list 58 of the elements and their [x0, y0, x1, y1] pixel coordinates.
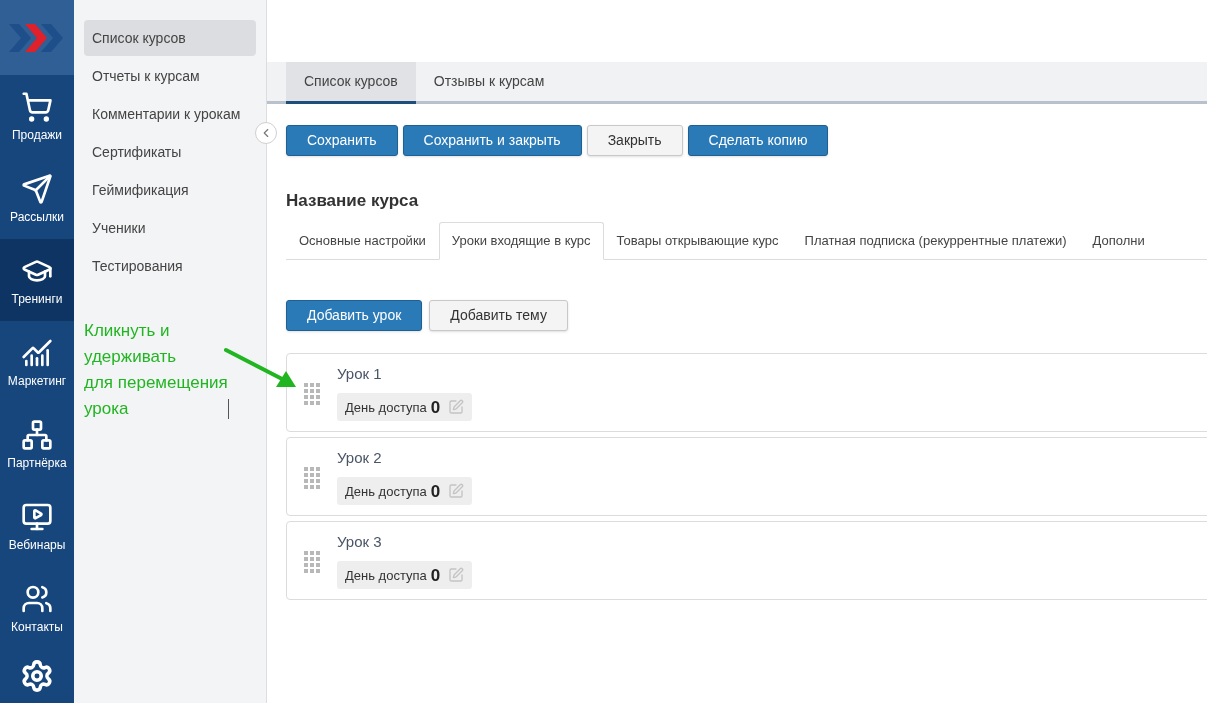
settings-icon[interactable] [20, 659, 54, 693]
access-value: 0 [430, 480, 441, 503]
collapse-button[interactable] [255, 122, 277, 144]
drag-handle-icon[interactable] [303, 466, 321, 490]
submenu-item[interactable]: Тестирования [84, 248, 256, 284]
action-button[interactable]: Закрыть [586, 125, 683, 156]
action-button[interactable]: Сохранить и закрыть [402, 125, 582, 156]
drag-handle-icon[interactable] [303, 382, 321, 406]
tab[interactable]: Список курсов [286, 62, 416, 104]
course-title: Название курса [285, 190, 420, 212]
nav-icon [21, 501, 53, 533]
submenu-item[interactable]: Комментарии к урокам [84, 96, 256, 132]
nav-label: Партнёрка [7, 457, 67, 469]
edit-icon[interactable] [448, 567, 465, 584]
submenu-item[interactable]: Список курсов [84, 20, 256, 56]
edit-icon[interactable] [448, 483, 465, 500]
lesson-title: Урок 3 [337, 531, 383, 552]
submenu-item[interactable]: Отчеты к курсам [84, 58, 256, 94]
edit-icon[interactable] [448, 399, 465, 416]
nav-label: Вебинары [8, 539, 66, 551]
text-cursor [227, 399, 229, 419]
submenu-item[interactable]: Сертификаты [84, 134, 256, 170]
nav-label: Маркетинг [7, 375, 67, 387]
nav-label: Контакты [11, 621, 63, 633]
action-button[interactable]: Сделать копию [687, 125, 829, 156]
submenu-item[interactable]: Ученики [84, 210, 256, 246]
tab[interactable]: Отзывы к курсам [415, 62, 563, 104]
subtab[interactable]: Дополни [1079, 221, 1158, 260]
nav-label: Рассылки [10, 211, 64, 223]
nav-icon [21, 583, 53, 615]
nav-icon [21, 91, 53, 123]
subtab[interactable]: Основные настройки [286, 221, 439, 260]
subtab[interactable]: Платная подписка (рекуррентные платежи) [791, 221, 1080, 260]
drag-handle-icon[interactable] [303, 550, 321, 574]
lesson-card[interactable]: Урок 3 День доступа 0 [286, 520, 1207, 600]
lesson-title: Урок 1 [337, 363, 383, 384]
annotation-text: Кликнуть и удерживать для перемещения урока [84, 320, 228, 420]
nav-label: Продажи [11, 129, 63, 141]
nav-icon [21, 419, 53, 451]
action-button[interactable]: Сохранить [286, 125, 398, 156]
lesson-card[interactable]: Урок 1 День доступа 0 [286, 352, 1207, 432]
access-label: День доступа [345, 398, 427, 417]
nav-item[interactable]: Тренинги [0, 239, 74, 321]
add-button[interactable]: Добавить тему [429, 299, 568, 331]
access-label: День доступа [345, 566, 427, 585]
access-label: День доступа [345, 482, 427, 501]
subtab[interactable]: Уроки входящие в курс [438, 221, 604, 260]
lesson-card[interactable]: Урок 2 День доступа 0 [286, 436, 1207, 516]
nav-icon [21, 173, 53, 205]
submenu-item[interactable]: Геймификация [84, 172, 256, 208]
access-value: 0 [430, 564, 441, 587]
chevrons-logo-icon[interactable] [9, 23, 65, 52]
add-button[interactable]: Добавить урок [286, 299, 423, 331]
access-value: 0 [430, 396, 441, 419]
nav-icon [21, 337, 53, 369]
subtab[interactable]: Товары открывающие курс [603, 221, 792, 260]
nav-label: Тренинги [11, 293, 63, 305]
lesson-title: Урок 2 [337, 447, 383, 468]
